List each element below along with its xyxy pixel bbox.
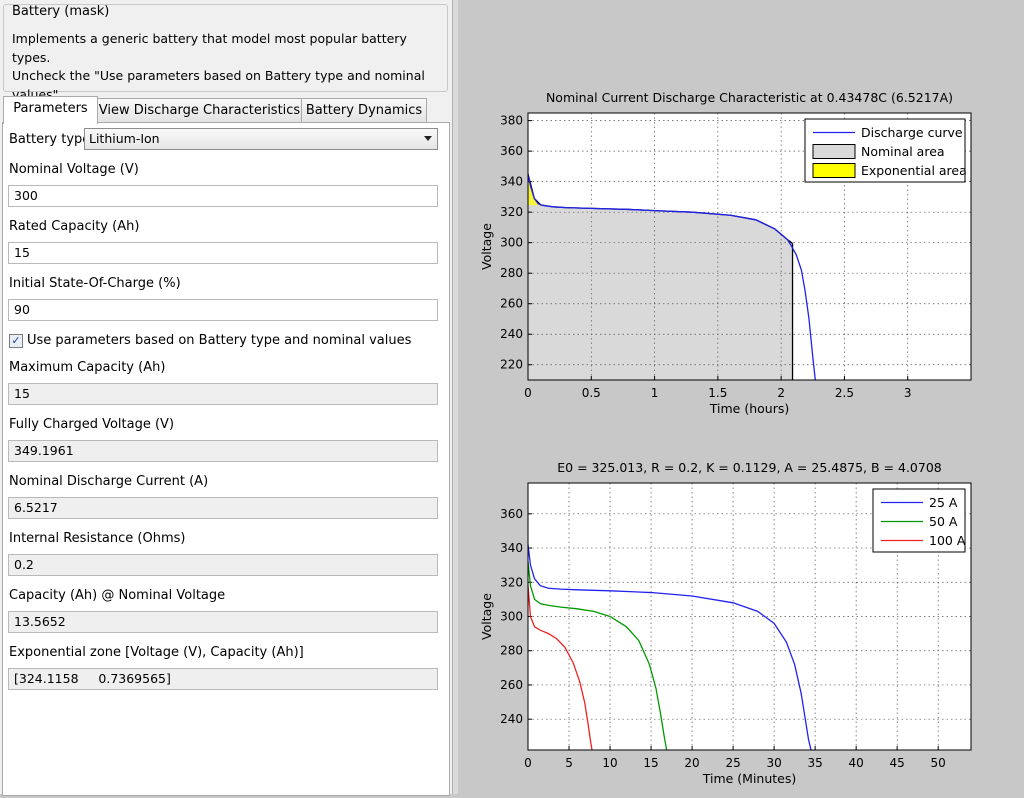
fully-charged-voltage-field: 349.1961: [8, 440, 438, 462]
y-axis-label: Voltage: [479, 223, 494, 270]
y-tick-label: 360: [500, 507, 523, 521]
chart-2: 0 5 10 15 20 25 30 35 40 45 50 240 260 280 300 320 340 36…: [479, 460, 972, 786]
chart-1: 0 0.5 1 1.5 2 2.5 3 220 240 260 280 300 320 340 360 380…: [479, 90, 972, 416]
x-tick-label: 25: [725, 756, 740, 770]
x-tick-label: 2.5: [835, 386, 854, 400]
y-axis-label: Voltage: [479, 593, 494, 640]
capacity-nominal-voltage-label: Capacity (Ah) @ Nominal Voltage: [9, 588, 226, 603]
internal-resistance-label: Internal Resistance (Ohms): [9, 531, 186, 546]
nominal-voltage-label: Nominal Voltage (V): [9, 162, 139, 177]
mask-dialog: Battery (mask) Implements a generic batt…: [0, 0, 453, 796]
battery-type-select[interactable]: Lithium-Ion: [84, 128, 438, 150]
rated-capacity-label: Rated Capacity (Ah): [9, 219, 140, 234]
legend-label: Nominal area: [861, 144, 945, 159]
x-tick-label: 50: [931, 756, 946, 770]
y-tick-label: 260: [500, 297, 523, 311]
x-tick-label: 5: [565, 756, 573, 770]
rated-capacity-field[interactable]: 15: [8, 242, 438, 264]
legend-label: 50 A: [929, 514, 958, 529]
x-axis-label: Time (hours): [709, 401, 789, 416]
nominal-voltage-field[interactable]: 300: [8, 185, 438, 207]
internal-resistance-field: 0.2: [8, 554, 438, 576]
legend: 25 A 50 A 100 A: [872, 488, 966, 553]
y-tick-label: 320: [500, 575, 523, 589]
legend-swatch: [812, 144, 856, 159]
mask-title: Battery (mask): [12, 4, 110, 19]
legend-label: 100 A: [929, 533, 966, 548]
chart-title: E0 = 325.013, R = 0.2, K = 0.1129, A = 2…: [557, 460, 942, 475]
fully-charged-voltage-label: Fully Charged Voltage (V): [9, 417, 175, 432]
y-tick-label: 300: [500, 236, 523, 250]
nominal-discharge-current-field: 6.5217: [8, 497, 438, 519]
discharge-figure: 0 0.5 1 1.5 2 2.5 3220240260280300320340360380…: [479, 90, 972, 786]
x-tick-label: 3: [904, 386, 912, 400]
max-capacity-field: 15: [8, 383, 438, 405]
capacity-nominal-voltage-field: 13.5652: [8, 611, 438, 633]
x-tick-label: 1: [651, 386, 659, 400]
tab-battery-dynamics[interactable]: Battery Dynamics: [301, 98, 427, 123]
legend-label: 25 A: [929, 495, 958, 510]
legend: Discharge curve Nominal area Exponential a…: [804, 118, 967, 183]
x-axis-label: Time (Minutes): [702, 771, 797, 786]
exponential-zone-label: Exponential zone [Voltage (V), Capacity …: [9, 645, 304, 660]
legend-label: Discharge curve: [861, 125, 963, 140]
x-tick-label: 15: [643, 756, 658, 770]
tab-view-discharge-characteristics[interactable]: View Discharge Characteristics: [96, 98, 303, 123]
y-tick-label: 300: [500, 610, 523, 624]
nominal-discharge-current-label: Nominal Discharge Current (A): [9, 474, 209, 489]
exponential-zone-field: [324.1158 0.7369565]: [8, 668, 438, 690]
x-tick-label: 35: [807, 756, 822, 770]
max-capacity-label: Maximum Capacity (Ah): [9, 360, 166, 375]
tab-parameters[interactable]: Parameters: [3, 96, 98, 124]
initial-soc-field[interactable]: 90: [8, 299, 438, 321]
y-tick-label: 340: [500, 175, 523, 189]
legend-swatch: [812, 163, 856, 178]
use-params-checkbox[interactable]: ✓: [9, 334, 23, 348]
initial-soc-label: Initial State-Of-Charge (%): [9, 276, 181, 291]
x-tick-label: 0: [524, 756, 532, 770]
x-tick-label: 40: [849, 756, 864, 770]
figure-window: 0 0.5 1 1.5 2 2.5 3 220 240 260 280 300 320 340 360 380…: [458, 0, 1024, 794]
y-tick-label: 320: [500, 205, 523, 219]
y-tick-label: 240: [500, 327, 523, 341]
y-tick-label: 220: [500, 358, 523, 372]
x-tick-label: 10: [602, 756, 617, 770]
x-tick-label: 1.5: [708, 386, 727, 400]
x-tick-label: 0: [524, 386, 532, 400]
battery-type-value: Lithium-Ion: [89, 131, 160, 146]
y-tick-label: 280: [500, 644, 523, 658]
chevron-down-icon: [424, 136, 432, 141]
legend-label: Exponential area: [861, 163, 967, 178]
y-tick-label: 360: [500, 144, 523, 158]
y-tick-label: 260: [500, 678, 523, 692]
x-tick-label: 20: [684, 756, 699, 770]
battery-type-label: Battery type: [9, 132, 91, 147]
use-params-label: Use parameters based on Battery type and…: [27, 333, 412, 348]
x-tick-label: 45: [890, 756, 905, 770]
y-tick-label: 380: [500, 114, 523, 128]
x-tick-label: 30: [766, 756, 781, 770]
chart-title: Nominal Current Discharge Characteristic…: [546, 90, 953, 105]
y-tick-label: 340: [500, 541, 523, 555]
y-tick-label: 280: [500, 266, 523, 280]
y-tick-label: 240: [500, 712, 523, 726]
x-tick-label: 0.5: [582, 386, 601, 400]
x-tick-label: 2: [777, 386, 785, 400]
